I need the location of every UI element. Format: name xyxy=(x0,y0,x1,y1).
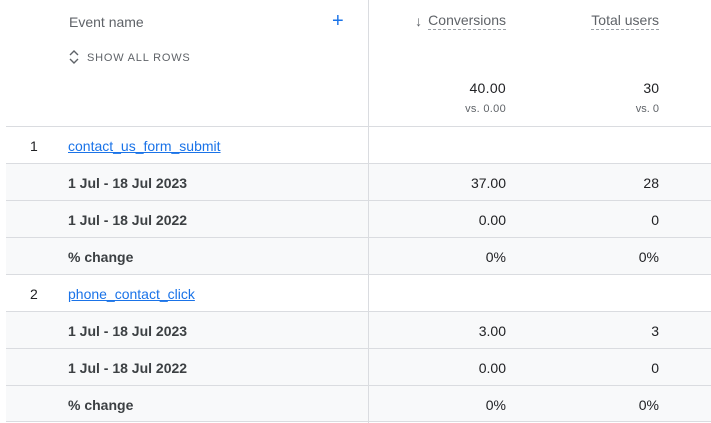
event-link[interactable]: contact_us_form_submit xyxy=(68,138,221,154)
event-name-header: Event name xyxy=(69,14,144,30)
conversions-total-comparison: vs. 0.00 xyxy=(465,103,506,115)
table-row: % change 0% 0% xyxy=(6,237,711,274)
table-row-event: 2 phone_contact_click xyxy=(6,274,711,311)
table-row: 1 Jul - 18 Jul 2023 37.00 28 xyxy=(6,163,711,200)
users-value: 3 xyxy=(651,323,659,339)
row-divider xyxy=(368,201,369,237)
row-divider xyxy=(368,164,369,200)
row-index: 1 xyxy=(30,138,38,154)
show-all-rows-button[interactable]: SHOW ALL ROWS xyxy=(68,50,191,65)
table-row: 1 Jul - 18 Jul 2022 0.00 0 xyxy=(6,200,711,237)
conversions-value: 0% xyxy=(485,249,506,265)
users-value: 0 xyxy=(651,212,659,228)
row-divider xyxy=(368,349,369,385)
row-divider xyxy=(368,238,369,274)
row-divider xyxy=(368,275,369,311)
conversions-value: 3.00 xyxy=(478,323,506,339)
date-range-label: 1 Jul - 18 Jul 2022 xyxy=(68,212,188,228)
users-value: 28 xyxy=(643,175,659,191)
conversions-total: 40.00 xyxy=(469,80,506,96)
table-row: 1 Jul - 18 Jul 2023 3.00 3 xyxy=(6,311,711,348)
row-index: 2 xyxy=(30,286,38,302)
expand-collapse-icon xyxy=(68,50,80,65)
total-users-header-label: Total users xyxy=(591,12,659,30)
row-divider xyxy=(368,386,369,421)
users-value: 0% xyxy=(638,249,659,265)
row-divider xyxy=(368,312,369,348)
table-row: 1 Jul - 18 Jul 2022 0.00 0 xyxy=(6,348,711,385)
total-users-header[interactable]: Total users xyxy=(591,12,659,30)
conversions-value: 37.00 xyxy=(470,175,506,191)
users-value: 0% xyxy=(638,397,659,413)
date-range-label: 1 Jul - 18 Jul 2023 xyxy=(68,323,188,339)
conversions-value: 0% xyxy=(485,397,506,413)
total-users-total-comparison: vs. 0 xyxy=(635,103,659,115)
events-table: Event name + SHOW ALL ROWS ↓ Conversions… xyxy=(0,0,711,423)
percent-change-label: % change xyxy=(68,397,134,413)
add-dimension-icon[interactable]: + xyxy=(332,10,344,32)
conversions-header[interactable]: ↓ Conversions xyxy=(415,12,506,30)
table-row: % change 0% 0% xyxy=(6,385,711,422)
sort-descending-icon: ↓ xyxy=(415,13,423,29)
show-all-rows-label: SHOW ALL ROWS xyxy=(87,51,191,64)
date-range-label: 1 Jul - 18 Jul 2022 xyxy=(68,360,188,376)
users-value: 0 xyxy=(651,360,659,376)
percent-change-label: % change xyxy=(68,249,134,265)
row-divider xyxy=(368,127,369,163)
total-users-total: 30 xyxy=(643,80,659,96)
table-row-event: 1 contact_us_form_submit xyxy=(6,126,711,163)
conversions-value: 0.00 xyxy=(478,212,506,228)
date-range-label: 1 Jul - 18 Jul 2023 xyxy=(68,175,188,191)
conversions-header-label: Conversions xyxy=(428,12,506,30)
conversions-value: 0.00 xyxy=(478,360,506,376)
event-link[interactable]: phone_contact_click xyxy=(68,286,195,302)
